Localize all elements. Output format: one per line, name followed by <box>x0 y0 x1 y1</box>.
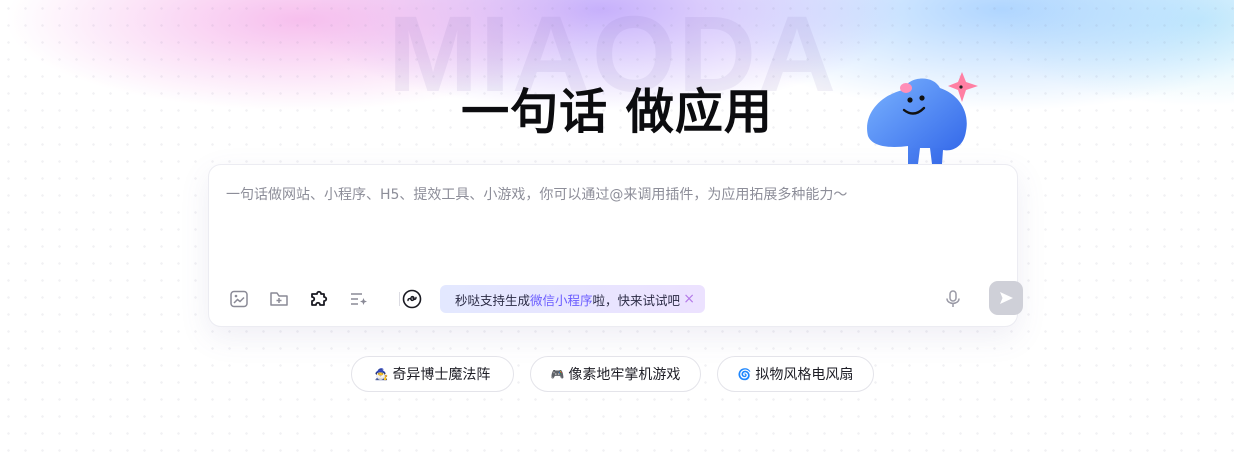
prompt-card: 一句话做网站、小程序、H5、提效工具、小游戏，你可以通过@来调用插件，为应用拓展… <box>208 164 1023 327</box>
promo-prefix: 秒哒支持生成 <box>455 292 531 308</box>
suggestion-label: 奇异博士魔法阵 <box>392 367 491 383</box>
suggestion-chip[interactable]: 🎮 像素地牢掌机游戏 <box>530 356 701 392</box>
wizard-icon: 🧙‍♂️ <box>374 367 389 381</box>
suggestion-chips: 🧙‍♂️ 奇异博士魔法阵 🎮 像素地牢掌机游戏 🌀 拟物风格电风扇 <box>0 356 1234 392</box>
prompt-enhance-icon[interactable] <box>347 287 371 311</box>
suggestion-label: 像素地牢掌机游戏 <box>568 367 681 383</box>
game-controller-icon: 🎮 <box>550 367 565 381</box>
send-icon <box>1000 292 1013 304</box>
send-button[interactable] <box>989 281 1023 315</box>
suggestion-chip[interactable]: 🧙‍♂️ 奇异博士魔法阵 <box>351 356 514 392</box>
promo-suffix: 啦，快来试试吧 <box>592 292 681 308</box>
wechat-miniprogram-banner[interactable]: 秒哒支持生成 微信小程序 啦，快来试试吧 × <box>440 285 705 313</box>
close-icon[interactable]: × <box>683 291 695 307</box>
input-toolbar: 秒哒支持生成 微信小程序 啦，快来试试吧 × <box>227 281 1023 315</box>
promo-highlight: 微信小程序 <box>530 292 593 308</box>
fan-icon: 🌀 <box>737 367 752 381</box>
suggestion-chip[interactable]: 🌀 拟物风格电风扇 <box>717 356 874 392</box>
suggestion-label: 拟物风格电风扇 <box>755 367 854 383</box>
plugin-icon[interactable] <box>307 287 331 311</box>
miniprogram-icon[interactable] <box>400 287 424 311</box>
folder-upload-icon[interactable] <box>267 287 291 311</box>
prompt-input[interactable]: 一句话做网站、小程序、H5、提效工具、小游戏，你可以通过@来调用插件，为应用拓展… <box>226 184 847 204</box>
microphone-icon[interactable] <box>941 287 965 311</box>
mascot-illustration <box>867 72 978 164</box>
image-icon[interactable] <box>227 287 251 311</box>
page-title: 一句话 做应用 <box>461 84 773 140</box>
